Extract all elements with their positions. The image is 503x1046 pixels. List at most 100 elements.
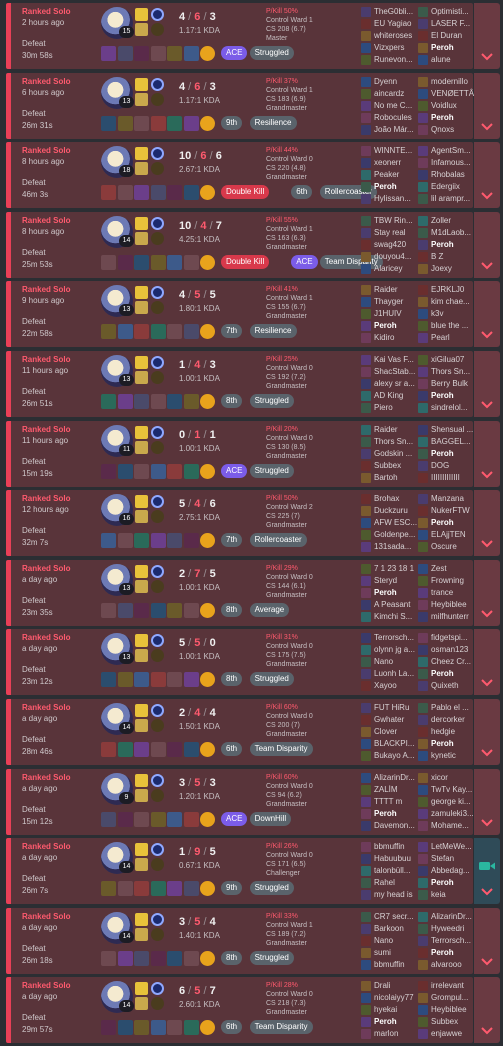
item-icon[interactable]	[167, 464, 182, 479]
player-name[interactable]: alexy sr a...	[374, 378, 418, 390]
player-row[interactable]: Rahel	[361, 877, 417, 889]
player-row[interactable]: Oscure	[418, 541, 474, 553]
player-name[interactable]: Stay real	[374, 227, 418, 239]
player-name[interactable]: BAGGEL...	[431, 436, 475, 448]
player-name[interactable]: enjawwe	[431, 1028, 475, 1040]
player-row[interactable]: Cheez Cr...	[418, 656, 474, 668]
match-card[interactable]: Ranked Solo a day ago Defeat 23m 12s 13 5 / 5…	[6, 629, 473, 695]
player-name[interactable]: M1dLaob...	[431, 227, 475, 239]
player-row[interactable]: lil arampr...	[418, 193, 474, 205]
player-name[interactable]: Gwhater	[374, 714, 418, 726]
player-row[interactable]: Kai Vas F...	[361, 354, 417, 366]
chevron-down-icon[interactable]	[479, 329, 495, 341]
item-icon[interactable]	[183, 1020, 199, 1035]
player-row[interactable]: bbmuffin	[361, 959, 417, 971]
player-name[interactable]: J1HUIV	[374, 308, 418, 320]
player-row[interactable]: Infamous...	[418, 157, 474, 169]
item-icon[interactable]	[167, 116, 182, 131]
player-row[interactable]: Runevon...	[361, 54, 417, 66]
player-row[interactable]: milfhunterr	[418, 611, 474, 623]
chevron-down-icon[interactable]	[479, 538, 495, 550]
player-row[interactable]: Peroh	[361, 1016, 417, 1028]
player-name[interactable]: Edergiix	[431, 181, 475, 193]
player-row[interactable]: zamuleki3...	[418, 808, 474, 820]
item-icon[interactable]	[183, 881, 199, 896]
item-icon[interactable]	[183, 116, 199, 131]
expand-match-button[interactable]	[474, 3, 500, 69]
player-row[interactable]: Thors Sn...	[418, 366, 474, 378]
player-row[interactable]: whiteroses	[361, 30, 417, 42]
player-row[interactable]: Abbedag...	[418, 865, 474, 877]
player-row[interactable]: EU Yagiao	[361, 18, 417, 30]
player-name[interactable]: swag420	[374, 239, 418, 251]
player-row[interactable]: talonbüll...	[361, 865, 417, 877]
item-icon[interactable]	[101, 464, 116, 479]
player-name[interactable]: talonbüll...	[374, 865, 418, 877]
player-row[interactable]: Peroh	[418, 738, 474, 750]
player-name[interactable]: Subbex	[374, 460, 418, 472]
player-name[interactable]: blue the ...	[431, 320, 475, 332]
item-icon[interactable]	[167, 951, 182, 966]
player-row[interactable]: george ki...	[418, 796, 474, 808]
player-row[interactable]: douyou4...	[361, 251, 417, 263]
item-icon[interactable]	[134, 185, 149, 200]
item-icon[interactable]	[101, 672, 116, 687]
player-name[interactable]: hyekai	[374, 1004, 418, 1016]
player-name[interactable]: my head is	[374, 889, 418, 901]
player-row[interactable]: Raider	[361, 284, 417, 296]
player-name[interactable]: A Peasant	[374, 599, 418, 611]
player-name[interactable]: kynetic	[431, 750, 475, 762]
player-row[interactable]: Optimisti...	[418, 6, 474, 18]
chevron-down-icon[interactable]	[479, 677, 495, 689]
chevron-down-icon[interactable]	[479, 817, 495, 829]
player-name[interactable]: Habuubuu	[374, 853, 418, 865]
player-row[interactable]: Pablo el ...	[418, 702, 474, 714]
match-card[interactable]: Ranked Solo 9 hours ago Defeat 22m 58s 13 4 /…	[6, 281, 473, 347]
player-row[interactable]: Peroh	[361, 320, 417, 332]
item-icon[interactable]	[150, 881, 166, 896]
player-row[interactable]: João Már...	[361, 124, 417, 136]
player-row[interactable]: CR7 secr...	[361, 911, 417, 923]
player-row[interactable]: Quixeth	[418, 680, 474, 692]
item-icon[interactable]	[101, 812, 116, 827]
player-row[interactable]: Gwhater	[361, 714, 417, 726]
player-name[interactable]: LASER F...	[431, 18, 475, 30]
empty-item-slot[interactable]	[117, 185, 133, 200]
empty-item-slot[interactable]	[167, 1020, 182, 1035]
player-name[interactable]: Steryd	[374, 575, 418, 587]
player-name[interactable]: Mohame...	[431, 820, 475, 832]
match-card[interactable]: Ranked Solo 12 hours ago Defeat 32m 7s 16 5 /…	[6, 490, 473, 556]
player-row[interactable]: LASER F...	[418, 18, 474, 30]
player-row[interactable]: Shensual ...	[418, 424, 474, 436]
player-name[interactable]: Peroh	[431, 947, 475, 959]
item-icon[interactable]	[117, 324, 133, 339]
trinket-ward-icon[interactable]	[200, 324, 215, 339]
player-name[interactable]: Peroh	[431, 239, 475, 251]
empty-item-slot[interactable]	[183, 951, 199, 966]
player-name[interactable]: CR7 secr...	[374, 911, 418, 923]
item-icon[interactable]	[183, 742, 199, 757]
player-name[interactable]: VENØETTÂ	[431, 88, 475, 100]
item-icon[interactable]	[101, 742, 116, 757]
player-name[interactable]: Abbedag...	[431, 865, 475, 877]
expand-match-button[interactable]	[474, 351, 500, 417]
player-row[interactable]: Kimchi S...	[361, 611, 417, 623]
player-row[interactable]: B Z	[418, 251, 474, 263]
player-name[interactable]: dercorker	[431, 714, 475, 726]
player-row[interactable]: trance	[418, 587, 474, 599]
empty-item-slot[interactable]	[101, 603, 116, 618]
trinket-ward-icon[interactable]	[200, 46, 215, 61]
item-icon[interactable]	[117, 464, 133, 479]
trinket-ward-icon[interactable]	[200, 812, 215, 827]
item-icon[interactable]	[117, 672, 133, 687]
player-name[interactable]: AgentSm...	[431, 145, 475, 157]
match-card[interactable]: Ranked Solo 6 hours ago Defeat 26m 31s 13 4 /…	[6, 73, 475, 139]
chevron-down-icon[interactable]	[479, 51, 495, 63]
expand-match-button[interactable]	[474, 699, 500, 765]
player-name[interactable]: 7 1 23 18 1	[374, 563, 418, 575]
player-name[interactable]: Grompul...	[431, 992, 475, 1004]
empty-item-slot[interactable]	[101, 951, 116, 966]
player-row[interactable]: my head is	[361, 889, 417, 901]
item-icon[interactable]	[167, 812, 182, 827]
player-name[interactable]: EJRKLJ0	[431, 284, 475, 296]
